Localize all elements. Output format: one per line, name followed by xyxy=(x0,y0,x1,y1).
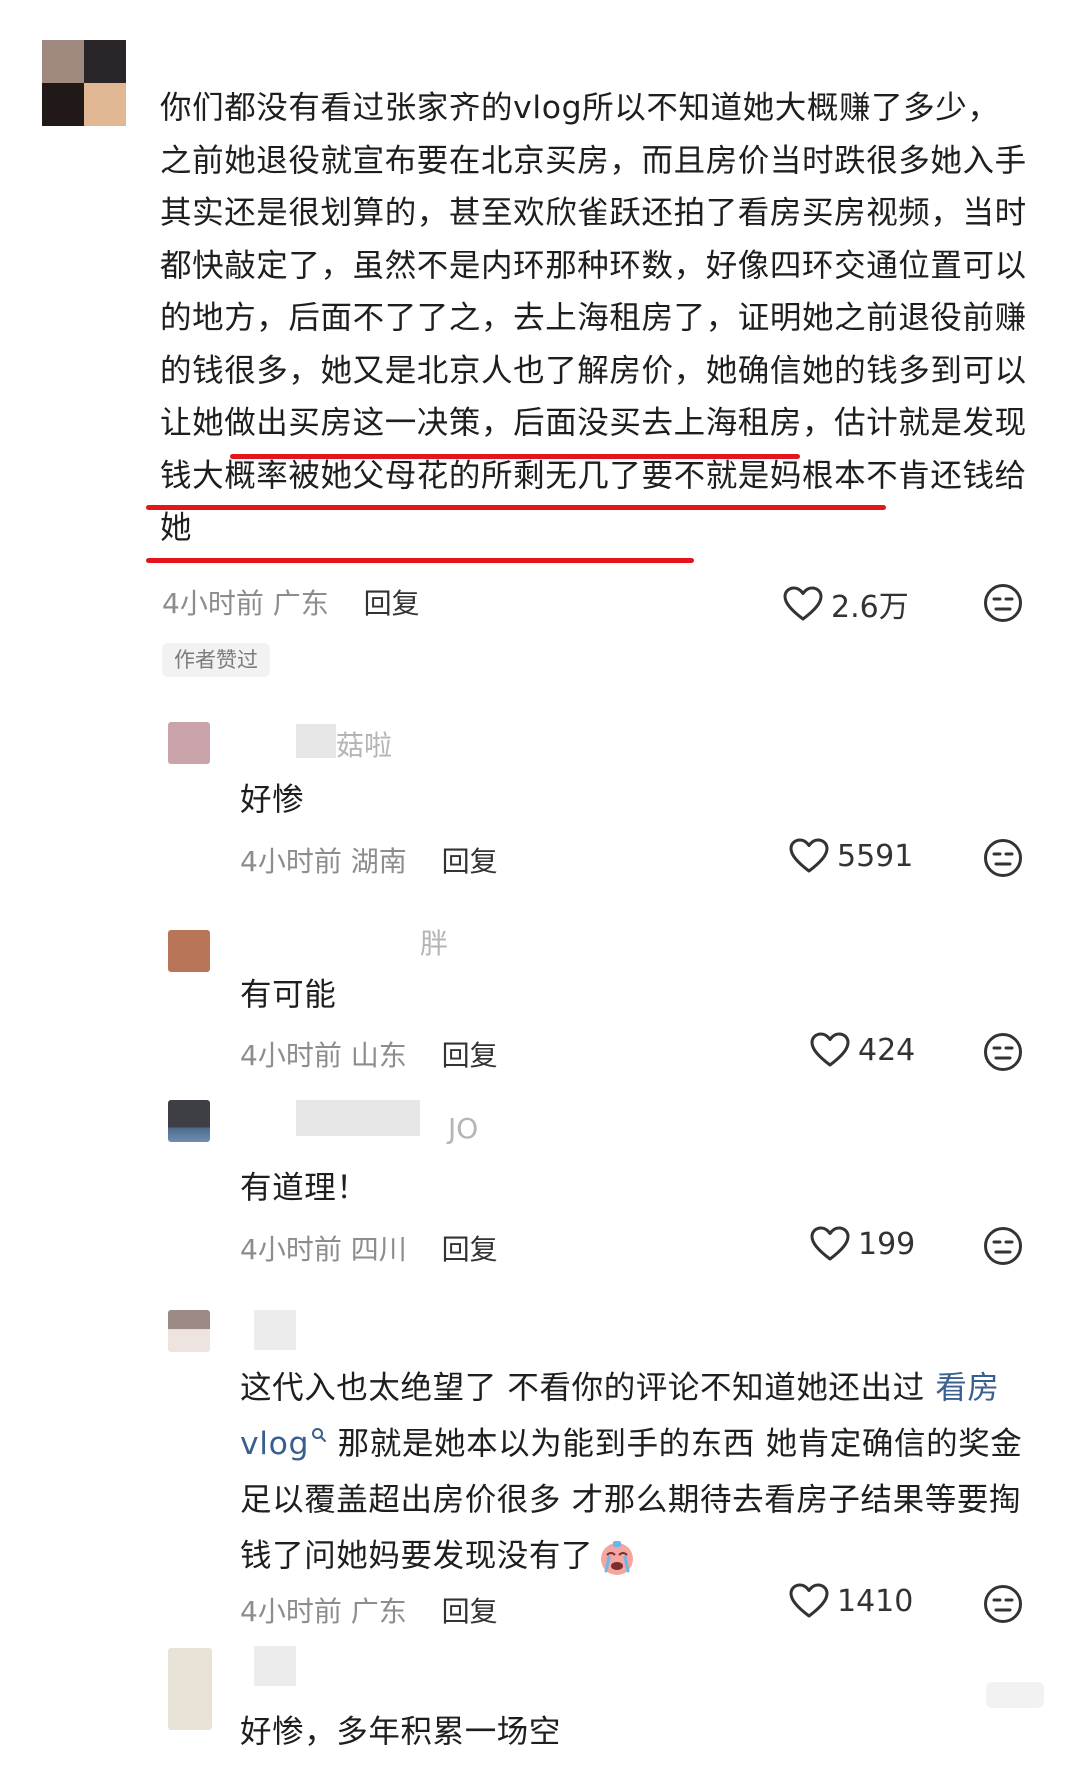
neutral-face-icon[interactable] xyxy=(983,1032,1023,1072)
heart-outline-icon xyxy=(789,838,829,874)
like-count: 1410 xyxy=(837,1583,914,1619)
commenter-avatar[interactable] xyxy=(42,40,126,126)
username-redacted xyxy=(296,724,336,758)
avatar[interactable] xyxy=(168,722,210,764)
heart-outline-icon xyxy=(810,1032,850,1068)
reply-location: 湖南 xyxy=(350,845,407,878)
comment-text: 你们都没有看过张家齐的vlog所以不知道她大概赚了多少，之前她退役就宣布要在北京… xyxy=(160,90,1027,389)
like-button[interactable]: 1410 xyxy=(789,1583,913,1619)
username-fragment[interactable]: JO xyxy=(448,1112,478,1145)
reply-time: 4小时前 xyxy=(240,1039,342,1072)
neutral-face-icon[interactable] xyxy=(983,1226,1023,1266)
search-icon xyxy=(312,1427,327,1442)
neutral-face-icon[interactable] xyxy=(983,1584,1023,1624)
reply-meta: 4小时前 湖南 回复 xyxy=(240,840,498,880)
reply-text-part: 这代入也太绝望了 不看你的评论不知道她还出过 xyxy=(240,1370,936,1406)
reply-button[interactable]: 回复 xyxy=(442,1595,498,1628)
like-button[interactable]: 424 xyxy=(810,1032,915,1068)
like-count: 199 xyxy=(858,1226,916,1262)
like-count: 2.6万 xyxy=(831,590,909,625)
comment-meta: 4小时前 广东 回复 xyxy=(162,582,420,622)
reply-time: 4小时前 xyxy=(240,845,342,878)
username-redacted xyxy=(254,1310,296,1350)
heart-outline-icon xyxy=(810,1226,850,1262)
comment-body: 你们都没有看过张家齐的vlog所以不知道她大概赚了多少，之前她退役就宣布要在北京… xyxy=(160,82,1030,555)
avatar[interactable] xyxy=(168,1100,210,1142)
reply-text: 好惨，多年积累一场空 xyxy=(240,1714,562,1750)
username-redacted xyxy=(296,1100,420,1136)
reply-button[interactable]: 回复 xyxy=(364,587,420,620)
like-button[interactable]: 199 xyxy=(810,1226,915,1262)
neutral-face-icon[interactable] xyxy=(983,583,1023,623)
reply-meta: 4小时前 广东 回复 xyxy=(240,1590,498,1630)
reply-button[interactable]: 回复 xyxy=(442,845,498,878)
like-count: 424 xyxy=(858,1032,916,1068)
neutral-face-icon[interactable] xyxy=(983,838,1023,878)
like-button[interactable]: 2.6万 xyxy=(783,582,909,626)
username-fragment[interactable]: 胖 xyxy=(420,922,448,962)
highlight-underline-3 xyxy=(146,558,694,563)
heart-outline-icon xyxy=(789,1583,829,1619)
reply-text: 这代入也太绝望了 不看你的评论不知道她还出过 看房 vlog 那就是她本以为能到… xyxy=(240,1360,1030,1584)
heart-outline-icon xyxy=(783,586,823,622)
like-count: 5591 xyxy=(837,838,914,874)
reply-text: 有可能 xyxy=(240,977,337,1013)
watermark-logo xyxy=(986,1682,1044,1708)
reply-location: 山东 xyxy=(350,1039,407,1072)
username-fragment[interactable]: 菇啦 xyxy=(336,724,392,764)
comment-location: 广东 xyxy=(272,587,329,620)
highlight-underline-1 xyxy=(230,454,800,459)
reply-location: 广东 xyxy=(350,1595,407,1628)
comment-time: 4小时前 xyxy=(162,587,264,620)
username-redacted xyxy=(254,1646,296,1686)
reply-button[interactable]: 回复 xyxy=(442,1233,498,1266)
crying-face-emoji-icon xyxy=(597,1537,637,1577)
like-button[interactable]: 5591 xyxy=(789,838,913,874)
reply-meta: 4小时前 山东 回复 xyxy=(240,1034,498,1074)
avatar[interactable] xyxy=(168,930,210,972)
reply-time: 4小时前 xyxy=(240,1233,342,1266)
reply-meta: 4小时前 四川 回复 xyxy=(240,1228,498,1268)
reply-button[interactable]: 回复 xyxy=(442,1039,498,1072)
reply-text: 好惨 xyxy=(240,782,305,818)
reply-text: 有道理！ xyxy=(240,1170,369,1206)
reply-time: 4小时前 xyxy=(240,1595,342,1628)
reply-location: 四川 xyxy=(350,1233,407,1266)
avatar[interactable] xyxy=(168,1310,210,1352)
highlight-underline-2 xyxy=(146,505,886,510)
avatar[interactable] xyxy=(168,1648,212,1730)
author-liked-badge: 作者赞过 xyxy=(162,643,270,677)
